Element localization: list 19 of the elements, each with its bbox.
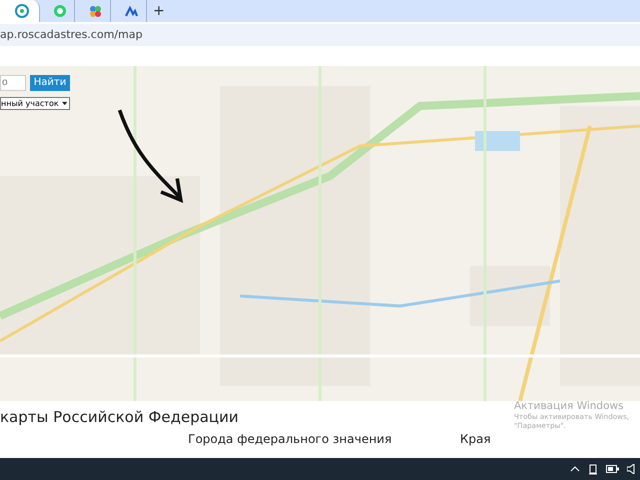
column-heading: Края xyxy=(460,432,491,446)
browser-tab[interactable] xyxy=(0,0,40,22)
new-tab-button[interactable]: + xyxy=(153,3,165,19)
address-field[interactable]: ap.roscadastres.com/map xyxy=(0,28,142,42)
apps-icon xyxy=(89,4,102,18)
battery-icon[interactable] xyxy=(606,465,619,474)
find-button[interactable]: Найти xyxy=(30,74,70,91)
chat-icon xyxy=(54,5,66,17)
chevron-icon[interactable] xyxy=(570,466,580,472)
column-heading: Города федерального значения xyxy=(188,432,392,446)
search-field[interactable]: о xyxy=(0,74,26,91)
mountain-icon xyxy=(125,6,138,16)
site-icon xyxy=(15,4,29,18)
caret-icon xyxy=(62,100,67,106)
activation-title: Активация Windows xyxy=(514,400,625,412)
speaker-icon[interactable] xyxy=(627,464,636,474)
section-heading: карты Российской Федерации xyxy=(0,408,238,426)
device-icon[interactable] xyxy=(588,464,598,475)
object-type-select[interactable]: нный участок xyxy=(0,96,70,110)
